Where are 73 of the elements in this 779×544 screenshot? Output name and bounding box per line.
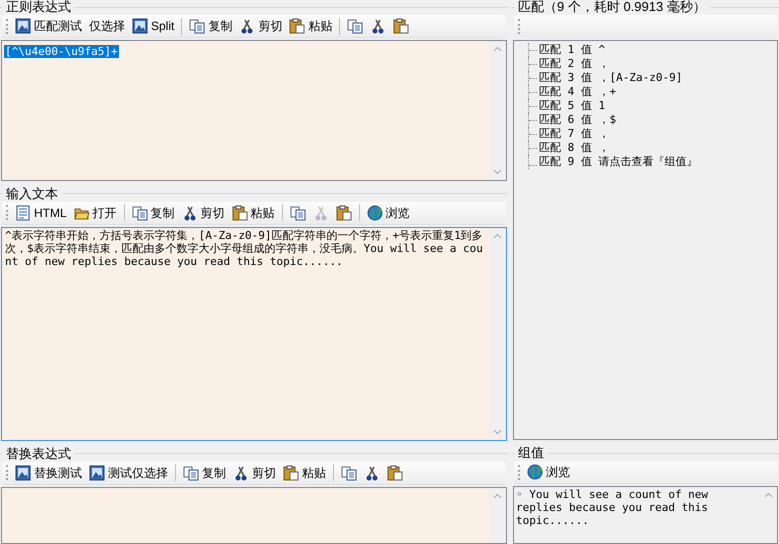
clipboard-icon [387, 464, 403, 481]
group-title: 匹配（9 个，耗时 0.9913 毫秒） [517, 0, 707, 14]
match-tree[interactable]: 匹配 1 值 ^ 匹配 2 值 ， 匹配 3 值 ，[A-Za-z0-9] 匹配 4 值 ，+ 匹配 5 值 1 匹配 6 值 ，$ 匹配 7 值 ， 匹配 8 值 ， 匹配 9 值 请点击查看『组值』 [513, 40, 778, 440]
picture-icon [132, 18, 148, 34]
toolbar-button[interactable]: 剪切 [231, 462, 278, 483]
group-value-text: ◦ You will see a count of new replies because you read this topic...... [515, 487, 710, 528]
tree-item[interactable]: 匹配 9 值 请点击查看『组值』 [538, 155, 698, 169]
icon-button[interactable] [391, 16, 412, 36]
toolbar-button[interactable]: 粘贴 [230, 202, 277, 223]
toolbar-button[interactable]: 复制 [130, 202, 177, 223]
tree-item[interactable]: 匹配 7 值 ， [538, 127, 610, 141]
toolbar-button[interactable]: 浏览 [525, 462, 572, 482]
scroll-up-icon[interactable] [765, 493, 772, 498]
tree-item[interactable]: 匹配 5 值 1 [538, 99, 606, 113]
document-icon [15, 204, 31, 221]
input-text: ^表示字符串开始，方括号表示字符集，[A-Za-z0-9]匹配字符串的一个字符，+号表示重复1到多次，$表示字符串结束，匹配由多个数字大小字母组成的字符串，没毛病。You will see a count of new replies because you read this topic...... [4, 228, 484, 268]
toolbar-button[interactable]: Split [130, 16, 176, 36]
scroll-down-icon[interactable] [494, 170, 501, 174]
clipboard-icon [393, 18, 410, 34]
icon-button[interactable] [334, 202, 354, 223]
toolbar-button[interactable]: 粘贴 [287, 16, 334, 36]
regex-text: [^\u4e00-\u9fa5]+ [4, 45, 119, 58]
scissors-icon [182, 204, 198, 221]
scissors-icon [364, 464, 380, 481]
copy-icon [341, 464, 357, 481]
scroll-up-icon[interactable] [494, 494, 501, 498]
clipboard-icon [283, 464, 299, 481]
tree-item[interactable]: 匹配 4 值 ，+ [538, 85, 616, 99]
scissors-icon [312, 204, 329, 221]
tree-item[interactable]: 匹配 8 值 ， [538, 141, 610, 155]
copy-icon [189, 18, 206, 34]
scissors-icon [239, 18, 256, 34]
clipboard-icon [336, 204, 352, 221]
group-title: 组值 [517, 446, 545, 460]
toolbar-button[interactable]: 打开 [72, 202, 119, 223]
scissors-icon [233, 464, 249, 481]
copy-icon [132, 204, 148, 221]
toolbar-button[interactable]: 剪切 [237, 16, 284, 36]
text-area[interactable]: [^\u4e00-\u9fa5]+ [1, 40, 507, 181]
globe-icon [366, 204, 383, 221]
toolbar-button[interactable]: 替换测试 [13, 462, 84, 483]
scroll-up-icon[interactable] [494, 47, 501, 51]
scroll-up-icon[interactable] [494, 234, 501, 238]
globe-icon [527, 464, 543, 480]
group-title: 正则表达式 [5, 0, 72, 14]
clipboard-icon [232, 204, 248, 221]
tree-item[interactable]: 匹配 1 值 ^ [538, 43, 606, 57]
scroll-down-icon[interactable] [494, 430, 501, 434]
tree-item[interactable]: 匹配 3 值 ，[A-Za-z0-9] [538, 71, 682, 85]
copy-icon [183, 464, 199, 481]
clipboard-icon [289, 18, 306, 34]
picture-icon [15, 464, 31, 481]
picture-icon [89, 464, 105, 481]
toolbar-button[interactable]: 测试仅选择 [87, 462, 170, 483]
toolbar-button[interactable]: 浏览 [364, 202, 412, 223]
toolbar-button[interactable]: 复制 [181, 462, 228, 483]
group-title: 输入文本 [5, 186, 59, 201]
toolbar-button[interactable]: 剪切 [180, 202, 227, 223]
toolbar-button[interactable]: HTML [13, 202, 69, 223]
tree-item[interactable]: 匹配 2 值 ， [538, 57, 610, 71]
copy-icon [347, 18, 364, 34]
text-area[interactable]: ◦ You will see a count of new replies because you read this topic...... [513, 486, 778, 544]
tree-item[interactable]: 匹配 6 值 ，$ [538, 113, 616, 127]
toolbar-button[interactable]: 复制 [187, 16, 234, 36]
text-area[interactable]: ^表示字符串开始，方括号表示字符集，[A-Za-z0-9]匹配字符串的一个字符，+号表示重复1到多次，$表示字符串结束，匹配由多个数字大小字母组成的字符串，没毛病。You will see a count of new replies because you read this topic...... [1, 226, 507, 441]
scissors-icon [370, 18, 386, 34]
toolbar-button[interactable]: 粘贴 [281, 462, 328, 483]
group-title: 替换表达式 [5, 446, 72, 461]
copy-icon [290, 204, 306, 221]
toolbar-button[interactable]: 仅选择 [87, 16, 127, 36]
picture-icon [15, 18, 31, 34]
icon-button[interactable] [385, 462, 405, 483]
toolbar-button[interactable]: 匹配测试 [13, 16, 84, 36]
